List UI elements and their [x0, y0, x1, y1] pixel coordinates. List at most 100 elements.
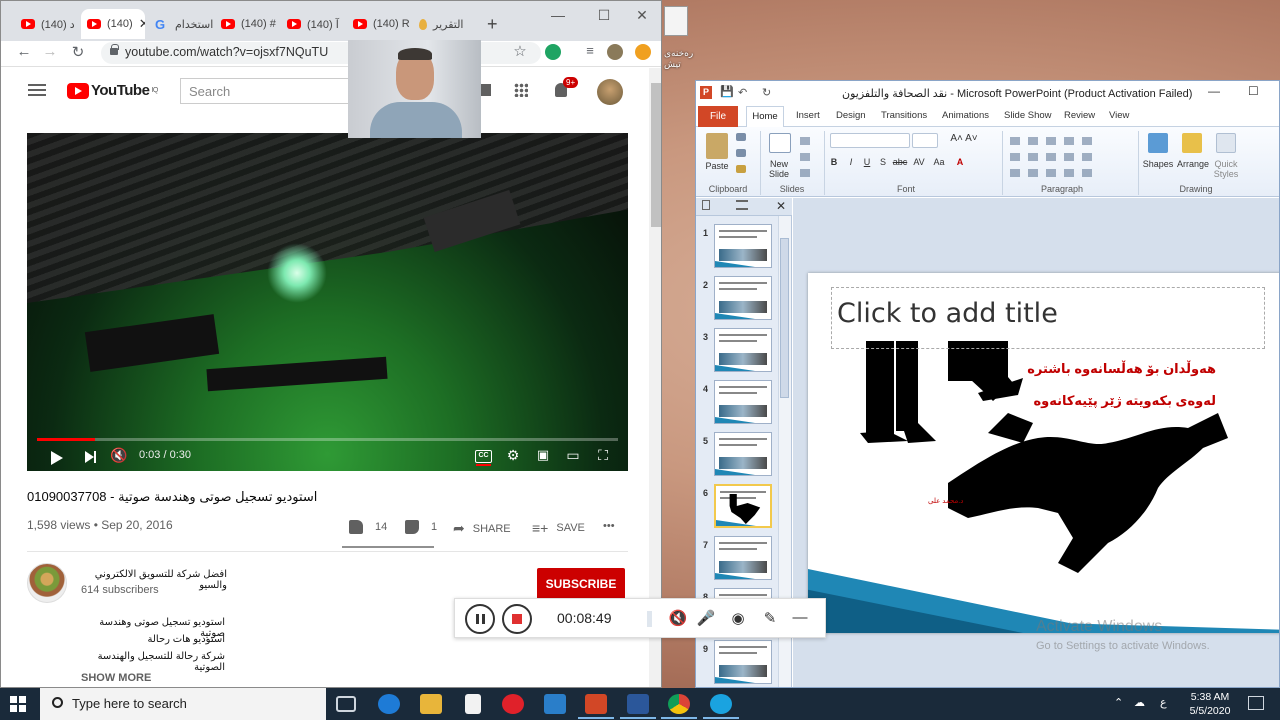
- strikethrough-button[interactable]: abc: [892, 157, 908, 167]
- minimize-icon[interactable]: —: [543, 7, 573, 23]
- save-icon[interactable]: 💾: [720, 85, 734, 98]
- close-tab-icon[interactable]: ✕: [139, 16, 145, 32]
- network-icon[interactable]: ☁: [1134, 696, 1145, 709]
- quick-styles-icon[interactable]: [1216, 133, 1236, 153]
- tab-file[interactable]: File: [698, 106, 738, 127]
- desktop-file-icon[interactable]: [664, 6, 688, 36]
- font-size-select[interactable]: [912, 133, 938, 148]
- save-button[interactable]: ≡+ SAVE: [532, 520, 585, 536]
- tab-slide-show[interactable]: Slide Show: [1004, 110, 1052, 121]
- reset-icon[interactable]: [800, 153, 816, 161]
- close-window-icon[interactable]: ✕: [627, 7, 657, 24]
- layout-icon[interactable]: [800, 137, 816, 145]
- browser-tab-7[interactable]: التقرير: [413, 9, 477, 39]
- italic-button[interactable]: I: [846, 157, 856, 167]
- profile-avatar-icon[interactable]: [607, 44, 623, 60]
- windows-start-icon[interactable]: [10, 696, 26, 712]
- alignment-icons[interactable]: [1010, 153, 1096, 161]
- search-input[interactable]: Search: [180, 78, 350, 104]
- input-language[interactable]: ع: [1160, 696, 1167, 709]
- quick-styles-label[interactable]: Quick Styles: [1210, 159, 1242, 179]
- slide-text-line[interactable]: هەوڵدان بۆ هەڵسانەوە باشترە: [1016, 361, 1216, 377]
- recorder-taskbar-icon[interactable]: [710, 694, 732, 714]
- word-taskbar-icon[interactable]: [627, 694, 649, 714]
- minimize-recorder-icon[interactable]: —: [789, 609, 811, 626]
- microphone-muted-icon[interactable]: 🎤: [695, 609, 717, 627]
- taskbar-clock[interactable]: 5:38 AM 5/5/2020: [1180, 690, 1240, 718]
- document-icon[interactable]: [465, 694, 481, 714]
- show-hidden-icons-icon[interactable]: ⌃: [1114, 696, 1123, 709]
- new-slide-label[interactable]: New Slide: [762, 159, 796, 179]
- subscribe-button[interactable]: SUBSCRIBE: [537, 568, 625, 600]
- tab-review[interactable]: Review: [1064, 110, 1095, 121]
- paste-label[interactable]: Paste: [702, 161, 732, 171]
- browser-tab-1[interactable]: (140) د: [15, 9, 77, 39]
- new-slide-icon[interactable]: [769, 133, 791, 153]
- browser-tab-active[interactable]: (140) ✕: [81, 9, 145, 39]
- forward-arrow-icon[interactable]: →: [39, 43, 61, 60]
- slide-signature[interactable]: د.محمد علی: [928, 497, 963, 505]
- notifications-icon[interactable]: [1248, 696, 1264, 710]
- menu-icon[interactable]: [28, 84, 46, 96]
- speaker-muted-icon[interactable]: 🔇: [667, 609, 689, 627]
- slide-thumbnail[interactable]: [714, 380, 772, 424]
- slides-tab-icon[interactable]: [702, 200, 710, 210]
- slide-thumbnail[interactable]: [714, 432, 772, 476]
- apps-grid-icon[interactable]: [514, 83, 528, 97]
- play-icon[interactable]: [51, 451, 63, 465]
- chrome-taskbar-icon[interactable]: [668, 694, 690, 714]
- bold-button[interactable]: B: [828, 157, 840, 167]
- maximize-icon[interactable]: ☐: [1248, 84, 1259, 98]
- list-and-indent-icons[interactable]: [1010, 137, 1096, 145]
- arrange-label[interactable]: Arrange: [1176, 159, 1210, 169]
- new-tab-button[interactable]: +: [481, 9, 507, 39]
- tab-design[interactable]: Design: [836, 110, 866, 121]
- browser-tab-5[interactable]: (140) آ: [281, 9, 345, 39]
- video-progress-bar[interactable]: [37, 438, 618, 441]
- slide-text-line[interactable]: لەوەی بکەویتە ژێر پێیەکانەوە: [1016, 393, 1216, 409]
- back-arrow-icon[interactable]: ←: [13, 43, 35, 60]
- slide-thumbnail[interactable]: [714, 328, 772, 372]
- user-avatar[interactable]: [597, 79, 623, 105]
- menu-alert-icon[interactable]: [635, 44, 651, 60]
- format-painter-icon[interactable]: [736, 165, 746, 173]
- draw-pen-icon[interactable]: ✎: [759, 609, 781, 627]
- muted-volume-icon[interactable]: 🔇: [109, 447, 129, 464]
- fullscreen-icon[interactable]: ⛶: [593, 447, 613, 464]
- browser-tab-6[interactable]: (140) R: [347, 9, 411, 39]
- slide-thumbnail[interactable]: [714, 640, 772, 684]
- webcam-toggle-icon[interactable]: ◉: [727, 609, 749, 627]
- powerpoint-taskbar-icon[interactable]: [585, 694, 607, 714]
- edge-browser-icon[interactable]: [378, 694, 400, 714]
- slide-thumbnail[interactable]: [714, 224, 772, 268]
- tab-animations[interactable]: Animations: [942, 110, 989, 121]
- opera-browser-icon[interactable]: [502, 694, 524, 714]
- next-video-icon[interactable]: [85, 451, 96, 463]
- slide-thumbnail[interactable]: [714, 536, 772, 580]
- font-color-button[interactable]: A: [954, 157, 966, 167]
- video-player[interactable]: 🔇 0:03 / 0:30 CC ⚙ ▣ ▭ ⛶: [27, 133, 628, 471]
- youtube-logo[interactable]: YouTube IQ: [67, 82, 158, 99]
- copy-icon[interactable]: [736, 149, 746, 157]
- section-icon[interactable]: [800, 169, 816, 177]
- character-spacing-button[interactable]: AV: [912, 157, 926, 167]
- text-direction-icons[interactable]: [1010, 169, 1096, 177]
- slide-thumbnail[interactable]: [714, 276, 772, 320]
- mail-icon[interactable]: [544, 694, 566, 714]
- tab-insert[interactable]: Insert: [796, 110, 820, 121]
- more-actions-button[interactable]: •••: [603, 520, 615, 532]
- show-more-button[interactable]: SHOW MORE: [81, 672, 151, 684]
- font-family-select[interactable]: [830, 133, 910, 148]
- share-button[interactable]: ➦ SHARE: [453, 520, 511, 537]
- slide-thumbnail[interactable]: [714, 484, 772, 528]
- stop-recording-button[interactable]: [502, 604, 532, 634]
- current-slide[interactable]: Click to add title هەوڵدان بۆ هەڵسانەوە …: [808, 273, 1279, 633]
- settings-gear-icon[interactable]: ⚙: [503, 447, 523, 464]
- title-placeholder[interactable]: Click to add title: [831, 287, 1265, 349]
- browser-tab-4[interactable]: (140) #: [215, 9, 279, 39]
- outline-tab-icon[interactable]: [736, 200, 748, 210]
- channel-avatar[interactable]: [27, 563, 67, 603]
- close-pane-icon[interactable]: ✕: [776, 199, 786, 213]
- playlist-extension-icon[interactable]: ≡: [579, 43, 601, 58]
- pause-recording-button[interactable]: [465, 604, 495, 634]
